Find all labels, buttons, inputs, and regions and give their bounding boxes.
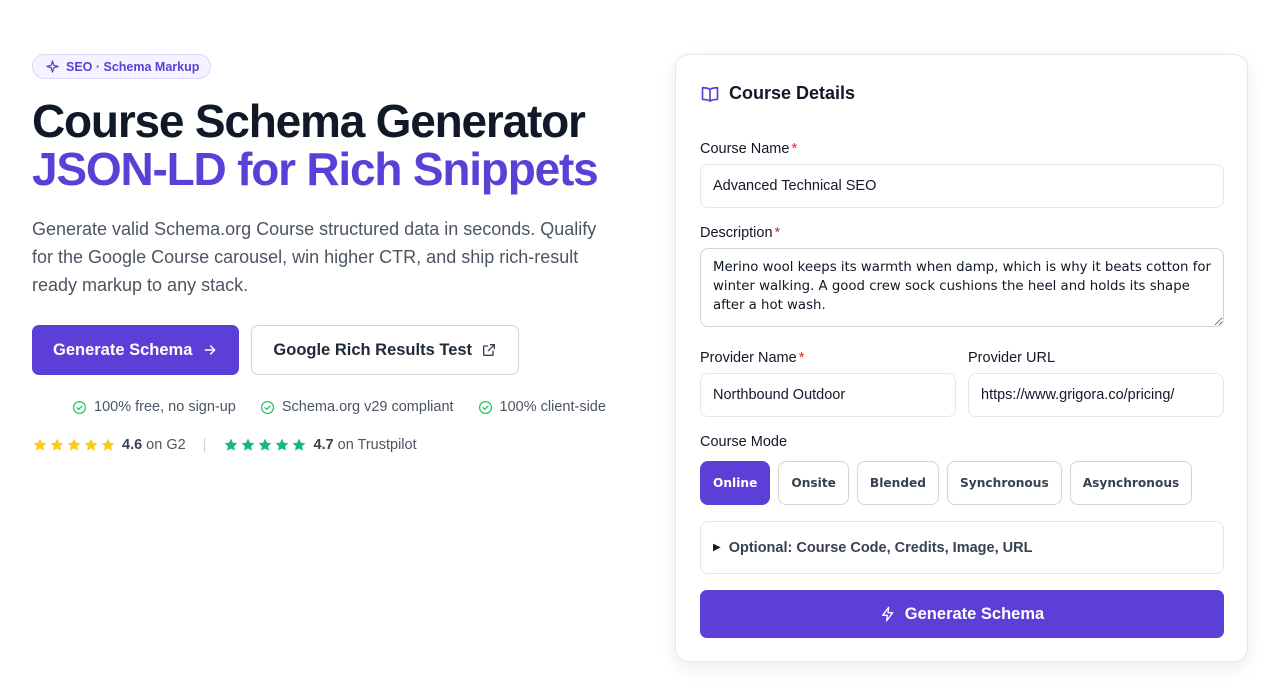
title-line-1: Course Schema Generator bbox=[32, 95, 586, 147]
mode-online-button[interactable]: Online bbox=[700, 461, 771, 505]
feature-check-item: 100% client-side bbox=[478, 399, 606, 415]
g2-platform: on G2 bbox=[146, 437, 186, 453]
arrow-right-icon bbox=[205, 345, 216, 355]
ratings-row: 4.6 on G2 | 4.7 on Trustpilot bbox=[32, 437, 632, 453]
cta-row: Generate Schema Google Rich Results Test bbox=[32, 325, 632, 375]
course-name-label: Course Name * bbox=[700, 141, 797, 157]
feature-check-item: Schema.org v29 compliant bbox=[260, 399, 454, 415]
description-label: Description * bbox=[700, 225, 780, 241]
trustpilot-score: 4.7 bbox=[313, 437, 334, 453]
triangle-right-icon: ▶ bbox=[713, 542, 721, 553]
feature-check-item: 100% free, no sign-up bbox=[72, 399, 236, 415]
check-circle-icon bbox=[72, 400, 87, 414]
lead-paragraph: Generate valid Schema.org Course structu… bbox=[32, 219, 597, 295]
provider-url-input[interactable] bbox=[968, 373, 1224, 417]
star-icon bbox=[67, 438, 81, 451]
trustpilot-stars bbox=[223, 437, 307, 453]
g2-score: 4.6 bbox=[122, 437, 143, 453]
course-details-card: Course Details Course Name* Description*… bbox=[675, 54, 1248, 662]
generate-schema-submit-button[interactable]: Generate Schema bbox=[700, 590, 1224, 638]
g2-stars bbox=[32, 437, 116, 453]
star-icon bbox=[259, 438, 272, 451]
trustpilot-platform: on Trustpilot bbox=[337, 437, 417, 453]
course-mode-label: Course Mode bbox=[700, 434, 788, 450]
rating-separator: | bbox=[202, 437, 207, 453]
page-title: Course Schema Generator JSON-LD for Rich… bbox=[32, 97, 632, 193]
provider-name-input[interactable] bbox=[700, 373, 956, 417]
required-asterisk: * bbox=[774, 225, 781, 241]
optional-fields-label: Optional: Course Code, Credits, Image, U… bbox=[728, 539, 1033, 556]
star-icon bbox=[50, 438, 64, 451]
optional-fields-toggle[interactable]: ▶ Optional: Course Code, Credits, Image,… bbox=[700, 521, 1224, 574]
star-icon bbox=[101, 438, 115, 451]
card-title-label: Course Details bbox=[729, 83, 856, 103]
lightning-icon bbox=[881, 606, 894, 622]
mode-onsite-button[interactable]: Onsite bbox=[778, 461, 849, 505]
rich-results-test-label: Google Rich Results Test bbox=[273, 340, 473, 359]
course-name-input[interactable] bbox=[700, 164, 1224, 208]
description-textarea[interactable]: Merino wool keeps its warmth when damp, … bbox=[700, 248, 1224, 327]
category-badge: SEO · Schema Markup bbox=[32, 54, 212, 79]
mode-asynchronous-button[interactable]: Asynchronous bbox=[1069, 461, 1193, 505]
feature-check-label: 100% free, no sign-up bbox=[94, 399, 236, 415]
provider-name-label: Provider Name * bbox=[700, 350, 804, 366]
star-icon bbox=[33, 438, 47, 451]
provider-url-label-text: Provider URL bbox=[968, 350, 1056, 366]
generate-schema-cta-label: Generate Schema bbox=[53, 340, 193, 359]
provider-name-label-text: Provider Name bbox=[700, 350, 797, 366]
feature-checks: 100% free, no sign-up Schema.org v29 com… bbox=[32, 399, 632, 415]
check-circle-icon bbox=[478, 400, 492, 414]
course-name-label-text: Course Name bbox=[700, 141, 790, 157]
mode-blended-button[interactable]: Blended bbox=[856, 461, 940, 505]
external-link-icon bbox=[483, 344, 496, 356]
description-label-text: Description bbox=[700, 225, 773, 241]
sparkle-icon bbox=[46, 60, 59, 73]
feature-check-label: Schema.org v29 compliant bbox=[281, 399, 454, 415]
star-icon bbox=[84, 438, 98, 451]
course-mode-group: Online Onsite Blended Synchronous Asynch… bbox=[700, 461, 1193, 505]
book-open-icon bbox=[701, 86, 719, 102]
required-asterisk: * bbox=[791, 141, 798, 157]
card-title: Course Details bbox=[700, 83, 855, 104]
star-icon bbox=[293, 438, 306, 451]
check-circle-icon bbox=[260, 400, 274, 414]
provider-url-label: Provider URL bbox=[968, 350, 1055, 366]
required-asterisk: * bbox=[798, 350, 805, 366]
star-icon bbox=[242, 438, 255, 451]
badge-label: SEO · Schema Markup bbox=[66, 59, 200, 74]
generate-schema-submit-label: Generate Schema bbox=[904, 604, 1045, 623]
hero-section: SEO · Schema Markup Course Schema Genera… bbox=[32, 54, 632, 453]
mode-synchronous-button[interactable]: Synchronous bbox=[947, 461, 1062, 505]
title-line-2: JSON-LD for Rich Snippets bbox=[32, 143, 599, 195]
rich-results-test-button[interactable]: Google Rich Results Test bbox=[251, 325, 520, 375]
star-icon bbox=[276, 438, 289, 451]
star-icon bbox=[225, 438, 238, 451]
feature-check-label: 100% client-side bbox=[499, 399, 606, 415]
generate-schema-cta-button[interactable]: Generate Schema bbox=[32, 325, 240, 375]
